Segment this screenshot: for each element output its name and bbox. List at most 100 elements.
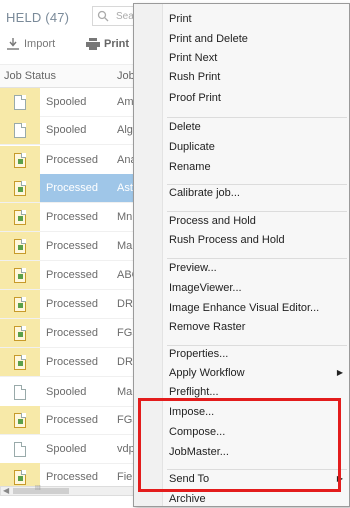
job-icon-cell <box>0 319 40 347</box>
menu-item-label: Rename <box>169 161 211 173</box>
menu-item-remove-raster[interactable]: Remove Raster <box>163 318 349 336</box>
menu-item-label: Delete <box>169 121 201 133</box>
processed-job-icon <box>14 210 26 225</box>
processed-job-icon <box>14 239 26 254</box>
job-status: Processed <box>46 471 98 483</box>
job-status: Spooled <box>46 96 87 108</box>
print-button[interactable]: Print <box>86 38 129 50</box>
menu-item-label: Process and Hold <box>169 215 256 227</box>
job-status: Processed <box>46 327 98 339</box>
processed-job-icon <box>14 153 26 168</box>
job-name: Mnl <box>117 211 133 223</box>
menu-item-label: Remove Raster <box>169 321 246 333</box>
job-icon-cell <box>0 174 40 202</box>
menu-item-delete[interactable]: Delete <box>163 118 349 136</box>
menu-item-label: Proof Print <box>169 92 221 104</box>
menu-item-label: Print Next <box>169 52 218 64</box>
menu-item-label: Rush Process and Hold <box>169 234 285 246</box>
job-name: Ast <box>117 182 133 194</box>
job-icon-cell <box>0 290 40 318</box>
menu-item-label: Print <box>169 13 192 25</box>
job-icon-cell <box>0 203 40 231</box>
menu-item-print-next[interactable]: Print Next <box>163 49 349 67</box>
menu-item-image-enhance-visual-editor[interactable]: Image Enhance Visual Editor... <box>163 299 349 317</box>
job-name: vdp <box>117 443 133 455</box>
menu-item-preview[interactable]: Preview... <box>163 259 349 277</box>
queue-title[interactable]: HELD (47) <box>6 10 69 25</box>
job-name: Mar <box>117 386 133 398</box>
menu-item-rush-process-and-hold[interactable]: Rush Process and Hold <box>163 231 349 249</box>
job-name: DRP <box>117 298 133 310</box>
menu-item-properties[interactable]: Properties... <box>163 345 349 363</box>
job-name: ABC <box>117 269 133 281</box>
horizontal-scrollbar[interactable]: ◀ III <box>0 485 138 496</box>
processed-job-icon <box>14 268 26 283</box>
menu-item-label: Duplicate <box>169 141 215 153</box>
menu-item-apply-workflow[interactable]: Apply Workflow ▶ <box>163 364 349 382</box>
column-header-status[interactable]: Job Status <box>4 70 56 82</box>
scroll-left-icon[interactable]: ◀ <box>3 486 9 495</box>
spooled-job-icon <box>14 123 26 138</box>
spooled-job-icon <box>14 385 26 400</box>
print-label: Print <box>104 38 130 50</box>
menu-item-label: ImageViewer... <box>169 282 242 294</box>
job-name: Fier <box>117 471 133 483</box>
menu-item-label: Image Enhance Visual Editor... <box>169 302 320 314</box>
job-icon-cell <box>0 435 40 463</box>
scrollbar-grip: III <box>35 485 41 492</box>
submenu-arrow-icon: ▶ <box>336 368 343 377</box>
job-icon-cell <box>0 261 40 289</box>
job-name: Mar <box>117 240 133 252</box>
menu-item-label: Calibrate job... <box>169 187 240 199</box>
job-name: FGS <box>117 327 133 339</box>
menu-item-label: Apply Workflow <box>169 367 245 379</box>
job-status: Spooled <box>46 124 87 136</box>
job-status: Spooled <box>46 443 87 455</box>
menu-item-rush-print[interactable]: Rush Print <box>163 68 349 86</box>
processed-job-icon <box>14 326 26 341</box>
scrollbar-thumb[interactable] <box>13 488 69 494</box>
job-name: FGS <box>117 414 133 426</box>
job-status: Processed <box>46 240 98 252</box>
spooled-job-icon <box>14 442 26 457</box>
menu-item-rename[interactable]: Rename <box>163 158 349 176</box>
import-icon <box>7 38 19 50</box>
menu-item-label: Archive <box>169 493 206 505</box>
menu-item-label: Preflight... <box>169 386 219 398</box>
menu-item-archive[interactable]: Archive <box>163 490 349 508</box>
processed-job-icon <box>14 355 26 370</box>
job-status: Processed <box>46 182 98 194</box>
job-icon-cell <box>0 406 40 434</box>
processed-job-icon <box>14 297 26 312</box>
job-status: Spooled <box>46 386 87 398</box>
job-name: Am <box>117 96 133 108</box>
job-icon-cell <box>0 348 40 376</box>
menu-item-label: Print and Delete <box>169 33 248 45</box>
menu-item-imageviewer[interactable]: ImageViewer... <box>163 279 349 297</box>
spooled-job-icon <box>14 95 26 110</box>
job-status: Processed <box>46 269 98 281</box>
search-icon <box>97 10 109 22</box>
processed-job-icon <box>14 470 26 485</box>
menu-item-process-and-hold[interactable]: Process and Hold <box>163 212 349 230</box>
job-name: Alg <box>117 124 133 136</box>
printer-icon <box>86 38 100 50</box>
job-status: Processed <box>46 298 98 310</box>
job-icon-cell <box>0 88 40 116</box>
processed-job-icon <box>14 413 26 428</box>
job-name: DRP <box>117 356 133 368</box>
menu-item-print-and-delete[interactable]: Print and Delete <box>163 30 349 48</box>
import-label: Import <box>24 38 56 50</box>
import-button[interactable]: Import <box>6 38 55 50</box>
menu-item-duplicate[interactable]: Duplicate <box>163 138 349 156</box>
job-icon-cell <box>0 146 40 174</box>
job-icon-cell <box>0 378 40 406</box>
highlight-box <box>138 398 341 492</box>
menu-item-print[interactable]: Print <box>163 10 349 28</box>
job-status: Processed <box>46 154 98 166</box>
job-status: Processed <box>46 356 98 368</box>
menu-item-calibrate-job[interactable]: Calibrate job... <box>163 184 349 202</box>
job-icon-cell <box>0 116 40 144</box>
menu-item-label: Preview... <box>169 262 217 274</box>
menu-item-proof-print[interactable]: Proof Print <box>163 89 349 107</box>
